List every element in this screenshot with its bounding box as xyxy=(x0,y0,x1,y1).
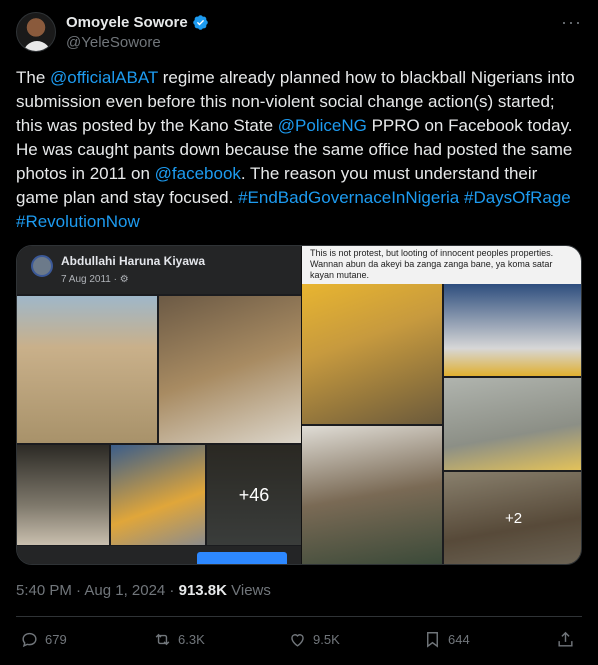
photo-items-on-ground xyxy=(17,445,109,545)
bookmark-count: 644 xyxy=(448,632,470,647)
bookmark-button[interactable]: 644 xyxy=(423,630,470,649)
facebook-post-footer xyxy=(17,546,301,564)
share-button[interactable] xyxy=(556,630,575,649)
facebook-screenshot-right[interactable]: This is not protest, but looting of inno… xyxy=(302,246,581,564)
photo-people-jerrycans xyxy=(302,284,442,424)
tweet-link[interactable]: #EndBadGovernaceInNigeria xyxy=(238,188,459,207)
facebook-avatar xyxy=(31,255,53,277)
author-avatar[interactable] xyxy=(16,12,56,52)
tweet-meta: 5:40 PM · Aug 1, 2024 · 913.8K Views xyxy=(16,582,271,599)
verified-badge-icon xyxy=(192,15,208,30)
photo-items-on-road xyxy=(444,378,581,470)
reply-icon xyxy=(22,632,37,648)
repost-icon xyxy=(155,633,170,646)
facebook-post-date: 7 Aug 2011 · ⚙ xyxy=(61,274,129,285)
repost-button[interactable]: 6.3K xyxy=(153,630,205,649)
more-options-icon[interactable]: ··· xyxy=(561,12,582,33)
photo-people-in-truck xyxy=(159,296,301,443)
more-photos-count-right: +2 xyxy=(444,472,581,564)
reply-button[interactable]: 679 xyxy=(20,630,67,649)
repost-count: 6.3K xyxy=(178,632,205,647)
views-count: 913.8K xyxy=(178,582,227,599)
like-button[interactable]: 9.5K xyxy=(288,630,340,649)
tweet-link[interactable]: #RevolutionNow xyxy=(16,212,140,231)
share-icon xyxy=(558,631,573,647)
divider xyxy=(16,616,582,617)
tweet-link[interactable]: @PoliceNG xyxy=(278,116,367,135)
photo-more: +46 xyxy=(207,445,301,545)
photo-signboard-jerrycans xyxy=(111,445,205,545)
views-label: Views xyxy=(226,582,271,599)
tweet-timestamp[interactable]: 5:40 PM · Aug 1, 2024 · xyxy=(16,582,179,599)
heart-icon xyxy=(291,634,304,647)
more-photos-count: +46 xyxy=(207,445,301,545)
tweet-media[interactable]: Abdullahi Haruna Kiyawa 7 Aug 2011 · ⚙ +… xyxy=(16,245,582,565)
tweet-actions: 679 6.3K 9.5K 644 xyxy=(16,630,582,652)
bookmark-icon xyxy=(427,632,438,648)
tweet-header: Omoyele Sowore @YeleSowore ··· xyxy=(16,12,586,56)
tweet-link[interactable]: @facebook xyxy=(155,164,241,183)
author-display-name[interactable]: Omoyele Sowore xyxy=(66,14,188,31)
facebook-screenshot-left[interactable]: Abdullahi Haruna Kiyawa 7 Aug 2011 · ⚙ +… xyxy=(17,246,301,564)
reply-count: 679 xyxy=(45,632,67,647)
author-name-row[interactable]: Omoyele Sowore xyxy=(66,14,209,31)
author-handle[interactable]: @YeleSowore xyxy=(66,34,161,51)
tweet-link[interactable]: @officialABAT xyxy=(50,68,158,87)
facebook-post-caption: This is not protest, but looting of inno… xyxy=(302,246,581,284)
tweet-link[interactable]: #DaysOfRage xyxy=(464,188,571,207)
like-count: 9.5K xyxy=(313,632,340,647)
photo-signboard xyxy=(444,284,581,376)
photo-roadside-items xyxy=(17,296,157,443)
photo-people-on-ground xyxy=(302,426,442,564)
tweet-text-segment: The xyxy=(16,68,51,87)
facebook-poster-name: Abdullahi Haruna Kiyawa xyxy=(61,254,206,268)
tweet-text: The @officialABAT regime already planned… xyxy=(16,66,582,234)
facebook-post-header: Abdullahi Haruna Kiyawa 7 Aug 2011 · ⚙ xyxy=(17,246,301,294)
photo-more-right: +2 xyxy=(444,472,581,564)
